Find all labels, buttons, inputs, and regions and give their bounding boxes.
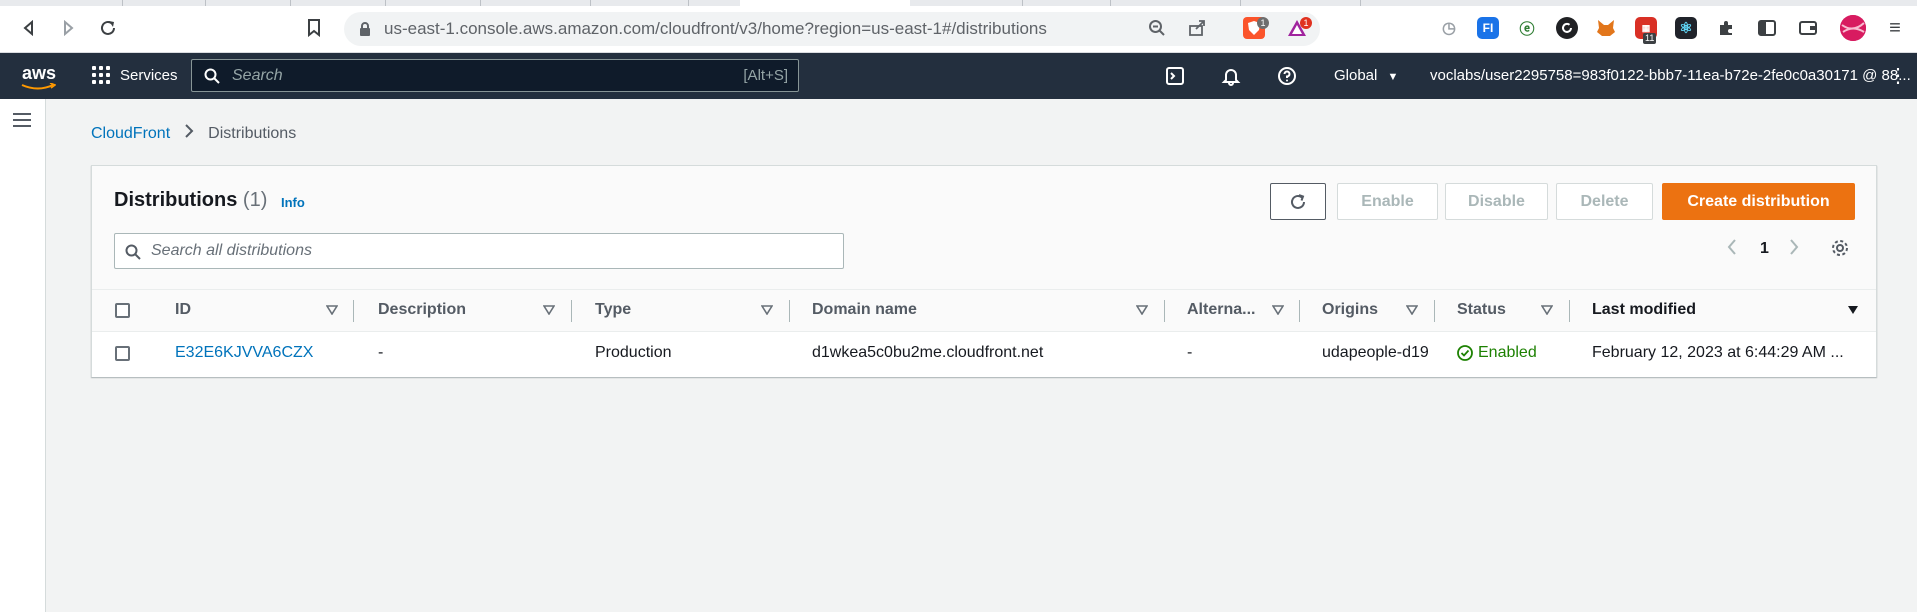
distributions-table: ID Description Type Domain name Alterna.… — [92, 289, 1876, 377]
url-text[interactable]: us-east-1.console.aws.amazon.com/cloudfr… — [384, 19, 1047, 39]
cell-description: - — [378, 344, 384, 361]
account-menu[interactable]: voclabs/user2295758=983f0122-bbb7-11ea-b… — [1430, 67, 1911, 84]
sort-icon[interactable] — [1272, 305, 1284, 315]
column-header-last-modified[interactable]: Last modified — [1592, 301, 1696, 319]
breadcrumb-distributions: Distributions — [208, 124, 297, 142]
calendar-badge: 11 — [1643, 33, 1657, 44]
brave-shield-badge: 1 — [1257, 17, 1269, 29]
notifications-bell-icon[interactable] — [1220, 65, 1242, 87]
next-page-icon[interactable] — [1788, 238, 1800, 261]
enable-button[interactable]: Enable — [1337, 183, 1438, 220]
zoom-icon[interactable] — [1146, 17, 1168, 39]
back-icon[interactable] — [18, 17, 40, 39]
fi-extension-icon[interactable]: FI — [1477, 17, 1499, 39]
panel-title-text: Distributions — [114, 189, 238, 211]
brave-rewards-badge: 1 — [1300, 17, 1312, 29]
tab-strip[interactable] — [0, 0, 1917, 6]
cell-domain-name: d1wkea5c0bu2me.cloudfront.net — [812, 344, 1044, 361]
table-row[interactable]: E32E6KJVVA6CZX - Production d1wkea5c0bu2… — [92, 332, 1876, 377]
distribution-id-link[interactable]: E32E6KJVVA6CZX — [175, 344, 345, 362]
check-circle-icon — [1457, 345, 1473, 361]
side-navigation-rail — [0, 99, 46, 612]
info-link[interactable]: Info — [281, 195, 305, 210]
lock-icon[interactable] — [354, 18, 376, 40]
column-header-origins[interactable]: Origins — [1322, 301, 1378, 319]
table-header: ID Description Type Domain name Alterna.… — [92, 290, 1876, 332]
distribution-count: (1) — [242, 189, 268, 211]
column-header-type[interactable]: Type — [595, 301, 631, 319]
services-label: Services — [120, 66, 178, 84]
chevron-down-icon: ▼ — [1387, 71, 1399, 83]
create-distribution-button[interactable]: Create distribution — [1662, 183, 1855, 220]
row-checkbox[interactable] — [115, 346, 130, 361]
sidebar-toggle-icon[interactable] — [1756, 17, 1778, 39]
column-header-domain-name[interactable]: Domain name — [812, 301, 917, 319]
refresh-icon — [1291, 193, 1305, 209]
select-all-checkbox[interactable] — [115, 303, 130, 318]
region-label: Global — [1334, 67, 1378, 84]
cell-alternate-domain: - — [1187, 344, 1193, 361]
breadcrumb-cloudfront[interactable]: CloudFront — [91, 125, 170, 143]
column-header-id[interactable]: ID — [175, 301, 191, 319]
profile-avatar[interactable] — [1840, 15, 1866, 41]
gear-icon[interactable] — [1830, 238, 1850, 263]
cell-type: Production — [595, 344, 672, 361]
aws-search-shortcut: [Alt+S] — [743, 67, 788, 84]
aws-search-input[interactable]: Search [Alt+S] — [191, 59, 799, 92]
distributions-search-input[interactable]: Search all distributions — [114, 233, 844, 269]
distributions-search-placeholder: Search all distributions — [151, 242, 312, 259]
search-icon — [125, 244, 141, 260]
metamask-icon[interactable] — [1595, 17, 1617, 39]
cloudshell-icon[interactable] — [1164, 65, 1186, 87]
wallet-icon[interactable] — [1797, 17, 1819, 39]
distributions-panel: Distributions (1) Info Enable Disable De… — [91, 165, 1877, 377]
sort-icon[interactable] — [543, 305, 555, 315]
search-icon — [204, 68, 220, 84]
browser-menu-icon[interactable]: ≡ — [1884, 17, 1906, 39]
aws-top-nav: aws Services Search [Alt+S] Global ▼ voc… — [0, 53, 1917, 99]
sort-descending-icon[interactable] — [1847, 305, 1859, 315]
account-label: voclabs/user2295758=983f0122-bbb7-11ea-b… — [1430, 67, 1911, 84]
text-extension-icon[interactable]: ⓔ — [1516, 17, 1538, 39]
aws-logo[interactable]: aws — [20, 63, 60, 91]
aws-search-placeholder: Search — [232, 67, 283, 84]
browser-toolbar: us-east-1.console.aws.amazon.com/cloudfr… — [0, 0, 1917, 53]
react-devtools-icon[interactable]: ⚛ — [1675, 17, 1697, 39]
status-badge: Enabled — [1457, 344, 1567, 362]
status-text: Enabled — [1478, 344, 1537, 361]
sort-icon[interactable] — [1541, 305, 1553, 315]
cell-last-modified: February 12, 2023 at 6:44:29 AM ... — [1592, 344, 1844, 361]
help-icon[interactable] — [1276, 65, 1298, 87]
refresh-button[interactable] — [1270, 183, 1326, 220]
region-selector[interactable]: Global ▼ — [1334, 67, 1398, 84]
reload-icon[interactable] — [97, 17, 119, 39]
breadcrumb: CloudFront Distributions — [91, 124, 296, 143]
services-grid-icon — [92, 66, 110, 84]
active-tab[interactable] — [740, 0, 910, 6]
disable-button[interactable]: Disable — [1445, 183, 1548, 220]
column-header-description[interactable]: Description — [378, 301, 466, 319]
timer-extension-icon[interactable]: ◷ — [1438, 17, 1460, 39]
share-icon[interactable] — [1186, 17, 1208, 39]
page-number[interactable]: 1 — [1760, 240, 1769, 258]
column-header-status[interactable]: Status — [1457, 301, 1506, 319]
sort-icon[interactable] — [1136, 305, 1148, 315]
forward-icon[interactable] — [57, 17, 79, 39]
chevron-right-icon — [184, 124, 194, 143]
more-options-icon[interactable]: ⋮ — [1888, 63, 1908, 88]
delete-button[interactable]: Delete — [1556, 183, 1653, 220]
sync-extension-icon[interactable] — [1556, 17, 1578, 39]
page-title: Distributions (1) — [114, 189, 267, 212]
services-menu[interactable]: Services — [92, 66, 178, 84]
cell-origins: udapeople-d19 — [1322, 344, 1428, 361]
aws-logo-text: aws — [22, 63, 57, 83]
sort-icon[interactable] — [761, 305, 773, 315]
previous-page-icon[interactable] — [1726, 238, 1738, 261]
menu-icon[interactable] — [13, 113, 31, 127]
column-header-alternate-domain[interactable]: Alterna... — [1187, 301, 1255, 319]
sort-icon[interactable] — [1406, 305, 1418, 315]
extensions-puzzle-icon[interactable] — [1715, 17, 1737, 39]
sort-icon[interactable] — [326, 305, 338, 315]
bookmark-icon[interactable] — [303, 17, 325, 39]
